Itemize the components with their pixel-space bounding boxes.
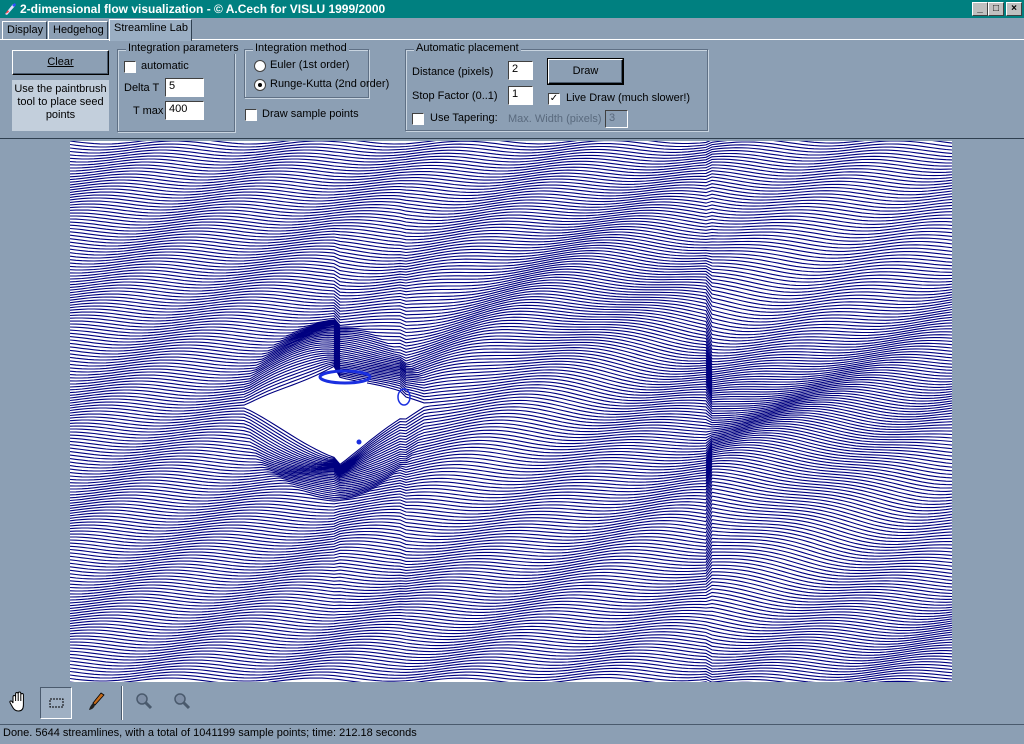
window-title: 2-dimensional flow visualization - © A.C… (20, 2, 386, 16)
streamline-canvas[interactable] (70, 141, 952, 682)
close-button[interactable]: × (1006, 2, 1022, 16)
draw-button[interactable]: Draw (547, 58, 624, 85)
rectangle-select-tool-button[interactable] (40, 687, 72, 719)
hand-tool-button[interactable] (4, 687, 36, 719)
zoom-in-icon (136, 693, 153, 710)
use-tapering-label: Use Tapering: (430, 112, 498, 124)
title-bar[interactable]: 2-dimensional flow visualization - © A.C… (0, 0, 1024, 18)
automatic-checkbox[interactable] (124, 61, 136, 73)
tab-streamline-lab[interactable]: Streamline Lab (109, 19, 192, 41)
clear-button-label: Clear (47, 56, 74, 68)
maximize-button[interactable]: □ (988, 2, 1004, 16)
streamline-plot (70, 141, 952, 682)
zoom-out-icon (174, 693, 191, 710)
integration-method-title: Integration method (253, 42, 349, 54)
use-tapering-checkbox[interactable] (412, 113, 424, 125)
t-max-input[interactable]: 400 (165, 101, 204, 120)
obstacle (317, 382, 367, 437)
toolbar-separator (121, 686, 123, 720)
tab-hedgehog-label: Hedgehog (53, 24, 104, 36)
rectangle-select-icon (49, 698, 64, 708)
minimize-button[interactable]: _ (972, 2, 988, 16)
draw-button-label: Draw (572, 65, 599, 77)
paintbrush-tool-button[interactable] (80, 687, 112, 719)
vortex-point (356, 439, 362, 445)
automatic-placement-title: Automatic placement (414, 42, 521, 54)
clear-button[interactable]: Clear (12, 50, 109, 75)
integration-parameters-title: Integration parameters (126, 42, 241, 54)
zoom-in-tool-button[interactable] (128, 687, 160, 719)
stop-factor-input[interactable]: 1 (508, 86, 533, 105)
integration-method-group: Integration method (244, 42, 369, 98)
runge-kutta-radio[interactable] (254, 79, 266, 91)
live-draw-checkbox[interactable]: ✓ (548, 93, 560, 105)
max-width-label: Max. Width (pixels) (508, 113, 602, 125)
vortex-wake (397, 388, 411, 406)
runge-kutta-label: Runge-Kutta (2nd order) (270, 78, 390, 90)
euler-label: Euler (1st order) (270, 59, 350, 71)
stop-factor-label: Stop Factor (0..1) (412, 90, 498, 102)
t-max-label: T max (133, 105, 164, 117)
euler-radio[interactable] (254, 60, 266, 72)
distance-label: Distance (pixels) (412, 66, 494, 78)
tab-streamline-lab-label: Streamline Lab (114, 22, 188, 34)
tab-display-label: Display (7, 24, 44, 36)
seed-hint-text: Use the paintbrush tool to place seed po… (12, 80, 109, 131)
delta-t-input[interactable]: 5 (165, 78, 204, 97)
tab-hedgehog[interactable]: Hedgehog (48, 21, 108, 39)
tab-display[interactable]: Display (2, 21, 47, 39)
zoom-out-tool-button[interactable] (166, 687, 198, 719)
max-width-input[interactable]: 3 (605, 110, 628, 128)
hand-icon (9, 691, 24, 712)
status-bar: Done. 5644 streamlines, with a total of … (0, 724, 1024, 744)
distance-input[interactable]: 2 (508, 61, 533, 80)
streamlines (70, 141, 952, 682)
delta-t-label: Delta T (124, 82, 160, 94)
paintbrush-icon (89, 692, 105, 710)
draw-sample-points-checkbox[interactable] (245, 109, 257, 121)
live-draw-label: Live Draw (much slower!) (566, 92, 691, 104)
draw-sample-points-label: Draw sample points (262, 108, 359, 120)
automatic-label: automatic (141, 60, 189, 72)
app-icon (5, 3, 16, 15)
